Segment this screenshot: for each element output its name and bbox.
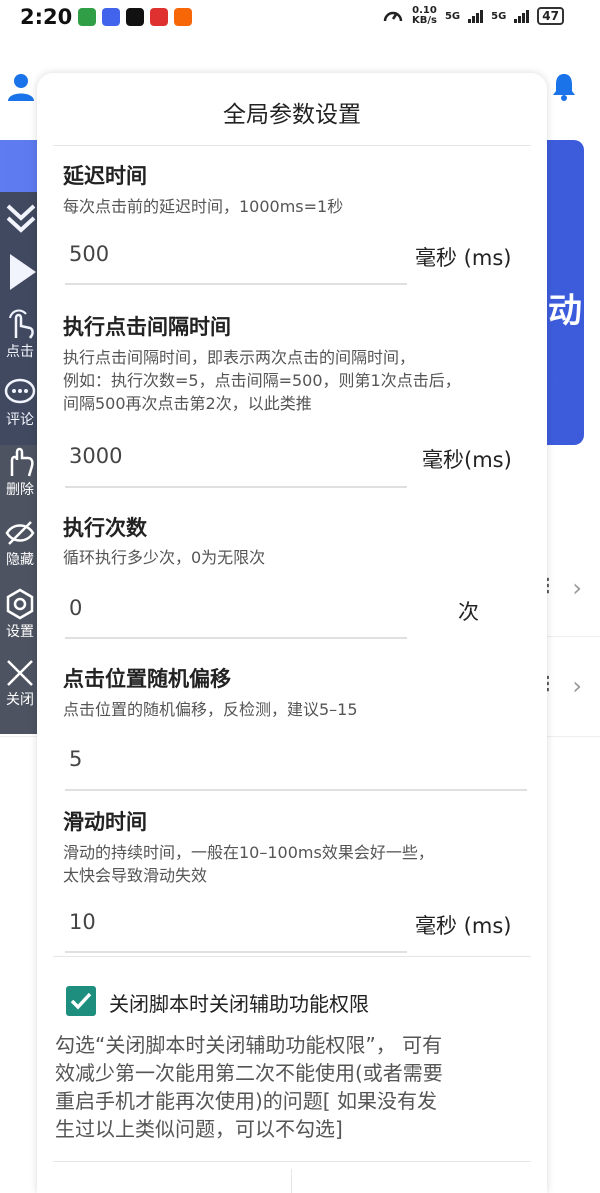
swipe-title: 滑动时间 — [63, 810, 147, 834]
checkbox-note-line3: 重启手机才能再次使用)的问题[ 如果没有发 — [55, 1089, 437, 1113]
app-notification-icon — [126, 8, 144, 26]
interval-unit: 毫秒(ms) — [422, 448, 512, 472]
close-accessibility-checkbox[interactable] — [66, 986, 96, 1016]
checkbox-note-line2: 效减少第一次能用第二次不能使用(或者需要 — [55, 1061, 443, 1085]
chevron-right-icon: › — [572, 574, 582, 602]
network-speed: 0.10 KB/s — [412, 6, 437, 26]
network-speed-unit: KB/s — [411, 15, 437, 26]
toolbar-comment-button[interactable]: 评论 — [0, 378, 40, 429]
gear-icon — [6, 588, 34, 620]
play-icon — [10, 254, 36, 290]
signal-bars-icon — [468, 9, 484, 23]
speedometer-icon — [383, 11, 403, 22]
toolbar-comment-label: 评论 — [6, 412, 34, 428]
interval-input-underline — [65, 486, 407, 488]
interval-title: 执行点击间隔时间 — [63, 315, 231, 339]
app-notification-icon — [102, 8, 120, 26]
checkbox-note: 勾选“关闭脚本时关闭辅助功能权限”， 可有 效减少第一次能用第二次不能使用(或者… — [55, 1031, 525, 1143]
battery-indicator: 47 — [537, 7, 564, 25]
status-time: 2:20 — [20, 5, 73, 29]
close-icon — [7, 660, 33, 686]
checkbox-note-line4: 生过以上类似问题，可以不勾选] — [55, 1117, 343, 1141]
toolbar-close-button[interactable]: 关闭 — [0, 658, 40, 709]
toolbar-collapse-button[interactable] — [0, 196, 40, 236]
app-notification-icon — [150, 8, 168, 26]
interval-description-line2: 例如：执行次数=5，点击间隔=500，则第1次点击后， — [63, 371, 461, 390]
toolbar-settings-button[interactable]: 设置 — [0, 588, 40, 641]
toolbar-click-button[interactable]: 点击 — [0, 308, 40, 361]
interval-description-line3: 间隔500再次点击第2次，以此类推 — [63, 394, 312, 413]
toolbar-play-button[interactable] — [0, 250, 40, 294]
dialog-title: 全局参数设置 — [223, 102, 361, 128]
eye-off-icon — [5, 521, 35, 545]
signal-label-1: 5G — [444, 10, 461, 22]
offset-description: 点击位置的随机偏移，反检测，建议5–15 — [63, 700, 358, 719]
count-input-underline — [65, 637, 407, 639]
checkbox-note-line1: 勾选“关闭脚本时关闭辅助功能权限”， 可有 — [55, 1033, 443, 1057]
count-input[interactable]: 0 — [69, 596, 82, 620]
delay-unit: 毫秒 (ms) — [415, 246, 512, 270]
swipe-description-line2: 太快会导致滑动失效 — [63, 866, 208, 885]
notification-icons — [78, 8, 192, 26]
delay-title: 延迟时间 — [63, 164, 147, 188]
toolbar-settings-label: 设置 — [6, 624, 34, 640]
comment-icon — [4, 378, 36, 404]
offset-input-underline — [65, 789, 527, 791]
offset-input[interactable]: 5 — [69, 747, 82, 771]
banner-text: 动 — [548, 291, 582, 331]
swipe-input[interactable]: 10 — [69, 910, 96, 934]
swipe-unit: 毫秒 (ms) — [415, 914, 512, 938]
interval-description-line1: 执行点击间隔时间，即表示两次点击的间隔时间， — [63, 348, 416, 367]
tap-hand-icon — [9, 309, 34, 339]
chevron-right-icon: › — [572, 672, 582, 700]
checkmark-icon — [70, 992, 92, 1010]
signal-label-2: 5G — [491, 10, 507, 22]
swipe-input-underline — [65, 951, 407, 953]
global-settings-dialog: 全局参数设置 延迟时间 每次点击前的延迟时间，1000ms=1秒 500 毫秒 … — [37, 73, 547, 1193]
interval-input[interactable]: 3000 — [69, 444, 122, 468]
toolbar-hide-label: 隐藏 — [6, 552, 34, 568]
app-notification-icon — [174, 8, 192, 26]
toolbar-close-label: 关闭 — [6, 692, 34, 708]
title-divider — [53, 145, 531, 146]
chevrons-down-icon — [6, 204, 36, 233]
floating-toolbar: 点击 评论 删除 隐藏 设置 关闭 — [0, 192, 40, 734]
swipe-description-line1: 滑动的持续时间，一般在10–100ms效果会好一些， — [63, 843, 434, 862]
toolbar-click-label: 点击 — [6, 344, 34, 360]
bell-icon[interactable] — [551, 72, 577, 102]
delay-description: 每次点击前的延迟时间，1000ms=1秒 — [63, 197, 344, 216]
status-bar: 2:20 0.10 KB/s 5G 5G 47 — [0, 0, 600, 36]
count-title: 执行次数 — [63, 516, 147, 540]
button-split-divider — [291, 1169, 292, 1193]
app-notification-icon — [78, 8, 96, 26]
toolbar-delete-button[interactable]: 删除 — [0, 446, 40, 499]
count-unit: 次 — [458, 600, 479, 624]
signal-bars-icon — [514, 9, 530, 23]
toolbar-delete-label: 删除 — [6, 482, 34, 498]
hand-icon — [10, 447, 34, 477]
bottom-divider — [53, 1161, 531, 1162]
offset-title: 点击位置随机偏移 — [63, 667, 231, 691]
count-description: 循环执行多少次，0为无限次 — [63, 548, 266, 567]
user-icon[interactable] — [7, 72, 35, 102]
section-divider — [53, 956, 531, 957]
close-accessibility-label[interactable]: 关闭脚本时关闭辅助功能权限 — [109, 988, 369, 1017]
delay-input[interactable]: 500 — [69, 242, 109, 266]
delay-input-underline — [65, 283, 407, 285]
toolbar-hide-button[interactable]: 隐藏 — [0, 518, 40, 569]
status-indicators: 0.10 KB/s 5G 5G 47 — [382, 6, 564, 26]
